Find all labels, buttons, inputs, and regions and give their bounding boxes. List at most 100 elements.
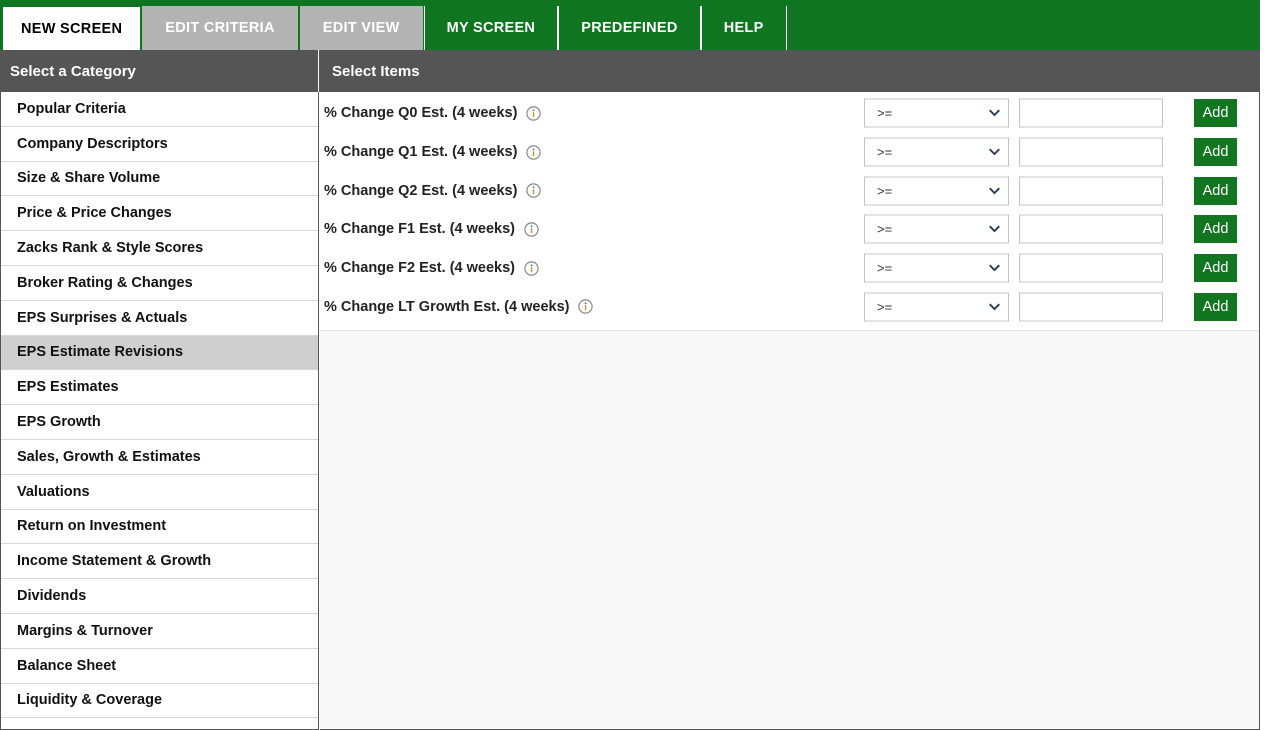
operator-select-value: >= [877, 144, 893, 160]
sidebar-item-valuations[interactable]: Valuations [1, 475, 318, 510]
operator-select[interactable]: >= [864, 253, 1009, 283]
tab-new-screen[interactable]: NEW SCREEN [2, 6, 142, 50]
sidebar-item-size-share-volume[interactable]: Size & Share Volume [1, 162, 318, 197]
criteria-label: % Change Q0 Est. (4 weeks) [324, 105, 518, 122]
criteria-value-input[interactable] [1019, 253, 1163, 283]
operator-select[interactable]: >= [864, 292, 1009, 322]
operator-select-value: >= [877, 183, 893, 199]
sidebar-item-dividends[interactable]: Dividends [1, 579, 318, 614]
add-criteria-button[interactable]: Add [1194, 292, 1237, 321]
sidebar-item-label: Company Descriptors [17, 135, 168, 152]
criteria-row: % Change Q2 Est. (4 weeks) >= Add [320, 171, 1259, 210]
info-icon[interactable] [526, 106, 542, 121]
operator-select[interactable]: >= [864, 137, 1009, 167]
chevron-down-icon [989, 224, 1000, 235]
criteria-value-input[interactable] [1019, 176, 1163, 206]
operator-select[interactable]: >= [864, 214, 1009, 244]
sidebar-item-label: Popular Criteria [17, 100, 126, 117]
sidebar-item-eps-estimates[interactable]: EPS Estimates [1, 370, 318, 406]
operator-select-value: >= [877, 221, 893, 237]
operator-select-value: >= [877, 105, 893, 121]
criteria-label-group: % Change F2 Est. (4 weeks) [324, 260, 539, 276]
criteria-label: % Change LT Growth Est. (4 weeks) [324, 298, 570, 315]
sidebar-item-liquidity-coverage[interactable]: Liquidity & Coverage [1, 684, 318, 719]
criteria-value-input[interactable] [1019, 292, 1163, 322]
chevron-down-icon [989, 185, 1000, 196]
sidebar-item-margins-turnover[interactable]: Margins & Turnover [1, 614, 318, 649]
criteria-label-group: % Change LT Growth Est. (4 weeks) [324, 298, 594, 315]
sidebar-item-company-descriptors[interactable]: Company Descriptors [1, 127, 318, 162]
category-list: Popular Criteria Company Descriptors Size … [1, 92, 318, 719]
sidebar-item-label: EPS Growth [17, 414, 101, 431]
criteria-row: % Change Q0 Est. (4 weeks) >= Add [320, 94, 1259, 133]
sidebar-item-label: Return on Investment [17, 518, 167, 535]
info-icon[interactable] [524, 260, 539, 276]
criteria-row: % Change F1 Est. (4 weeks) >= Add [320, 210, 1259, 249]
criteria-label: % Change F1 Est. (4 weeks) [324, 221, 515, 238]
add-criteria-button[interactable]: Add [1194, 254, 1237, 283]
tab-list: NEW SCREEN EDIT CRITERIA EDIT VIEW MY SCREE… [1, 0, 1260, 50]
add-criteria-button[interactable]: Add [1194, 215, 1237, 244]
add-criteria-button[interactable]: Add [1194, 176, 1237, 205]
criteria-item-list: % Change Q0 Est. (4 weeks) >= Add% Change … [320, 92, 1259, 332]
info-icon[interactable] [526, 183, 542, 198]
criteria-label: % Change Q2 Est. (4 weeks) [324, 182, 518, 199]
criteria-value-input[interactable] [1019, 214, 1163, 244]
info-icon[interactable] [578, 299, 594, 314]
category-sidebar[interactable]: Popular Criteria Company Descriptors Size … [0, 92, 319, 730]
criteria-label: % Change F2 Est. (4 weeks) [324, 260, 515, 277]
info-icon[interactable] [524, 222, 539, 237]
add-criteria-button[interactable]: Add [1194, 138, 1237, 167]
sidebar-item-label: Broker Rating & Changes [17, 274, 193, 291]
tab-my-screen[interactable]: MY SCREEN [423, 6, 559, 50]
sidebar-item-eps-growth[interactable]: EPS Growth [1, 405, 318, 440]
sidebar-item-label: Liquidity & Coverage [17, 692, 163, 709]
sidebar-item-eps-estimate-revisions[interactable]: EPS Estimate Revisions [1, 335, 318, 371]
criteria-row: % Change Q1 Est. (4 weeks) >= Add [320, 133, 1259, 172]
chevron-down-icon [989, 108, 1000, 119]
info-icon[interactable] [526, 144, 542, 160]
sidebar-item-label: EPS Estimate Revisions [17, 344, 184, 361]
sidebar-item-label: Margins & Turnover [17, 622, 153, 639]
operator-select-value: >= [877, 260, 893, 276]
tab-predefined[interactable]: PREDEFINED [558, 6, 701, 50]
select-a-category-header: Select a Category [0, 50, 319, 92]
sidebar-item-label: EPS Surprises & Actuals [17, 309, 188, 326]
tab-edit-criteria[interactable]: EDIT CRITERIA [141, 6, 299, 50]
tab-edit-view[interactable]: EDIT VIEW [298, 6, 424, 50]
sidebar-item-label: Balance Sheet [17, 657, 117, 674]
operator-select[interactable]: >= [864, 98, 1009, 128]
criteria-label: % Change Q1 Est. (4 weeks) [324, 144, 518, 161]
sidebar-item-price-price-changes[interactable]: Price & Price Changes [1, 196, 318, 232]
sidebar-item-popular-criteria[interactable]: Popular Criteria [1, 92, 318, 127]
sidebar-item-zacks-rank-style-scores[interactable]: Zacks Rank & Style Scores [1, 231, 318, 266]
operator-select[interactable]: >= [864, 176, 1009, 206]
operator-select-value: >= [877, 299, 893, 315]
sidebar-item-label: Sales, Growth & Estimates [17, 448, 201, 465]
tab-help[interactable]: HELP [700, 6, 787, 50]
add-criteria-button[interactable]: Add [1194, 99, 1237, 128]
criteria-label-group: % Change Q0 Est. (4 weeks) [324, 105, 542, 122]
sidebar-item-sales-growth-estimates[interactable]: Sales, Growth & Estimates [1, 440, 318, 475]
chevron-down-icon [989, 301, 1000, 312]
sidebar-item-income-statement-growth[interactable]: Income Statement & Growth [1, 544, 318, 580]
criteria-label-group: % Change Q2 Est. (4 weeks) [324, 182, 542, 199]
criteria-row: % Change F2 Est. (4 weeks) >= Add [320, 249, 1259, 288]
criteria-row: % Change LT Growth Est. (4 weeks) >= Add [320, 287, 1259, 326]
items-content-area: % Change Q0 Est. (4 weeks) >= Add% Change … [320, 92, 1260, 730]
sidebar-item-label: EPS Estimates [17, 379, 119, 396]
sidebar-item-balance-sheet[interactable]: Balance Sheet [1, 649, 318, 684]
sidebar-item-broker-rating-changes[interactable]: Broker Rating & Changes [1, 266, 318, 301]
chevron-down-icon [989, 147, 1000, 158]
criteria-label-group: % Change F1 Est. (4 weeks) [324, 221, 539, 237]
chevron-down-icon [989, 263, 1000, 274]
criteria-label-group: % Change Q1 Est. (4 weeks) [324, 144, 542, 161]
sidebar-item-return-on-investment[interactable]: Return on Investment [1, 510, 318, 545]
sidebar-item-label: Income Statement & Growth [17, 553, 212, 570]
criteria-value-input[interactable] [1019, 98, 1163, 128]
sidebar-item-label: Zacks Rank & Style Scores [17, 240, 204, 257]
select-items-header: Select Items [332, 62, 420, 80]
criteria-value-input[interactable] [1019, 137, 1163, 167]
sidebar-item-label: Dividends [17, 588, 87, 605]
sidebar-item-eps-surprises-actuals[interactable]: EPS Surprises & Actuals [1, 301, 318, 336]
